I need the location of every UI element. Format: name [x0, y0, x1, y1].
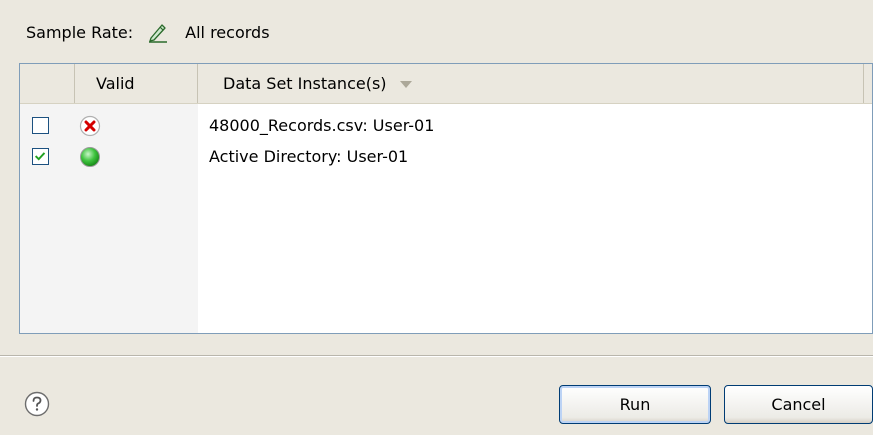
row-checkbox[interactable]	[32, 117, 49, 134]
table-row[interactable]: 48000_Records.csv: User-01	[20, 115, 872, 141]
pencil-icon[interactable]	[147, 21, 169, 43]
column-header-dataset-label: Data Set Instance(s)	[223, 74, 387, 93]
cancel-button[interactable]: Cancel	[724, 385, 873, 424]
checkmark-icon	[34, 152, 46, 161]
row-checkbox-checked[interactable]	[32, 148, 49, 165]
green-circle-icon	[80, 147, 100, 167]
red-x-icon	[79, 115, 101, 137]
dialog: Sample Rate: All records Valid Data Set …	[0, 0, 873, 435]
data-set-table: Valid Data Set Instance(s) 48000_Records…	[19, 63, 873, 334]
sample-rate-label: Sample Rate:	[26, 22, 134, 42]
run-button[interactable]: Run	[559, 385, 711, 424]
table-header: Valid Data Set Instance(s)	[20, 64, 872, 104]
data-set-label: Active Directory: User-01	[209, 147, 409, 166]
sample-rate-value: All records	[185, 22, 270, 42]
sort-descending-icon[interactable]	[399, 79, 413, 89]
column-header-select[interactable]	[20, 64, 75, 103]
column-header-dataset[interactable]: Data Set Instance(s)	[198, 64, 864, 103]
table-row[interactable]: Active Directory: User-01	[20, 146, 872, 172]
data-set-label: 48000_Records.csv: User-01	[209, 116, 435, 135]
column-header-valid[interactable]: Valid	[75, 64, 198, 103]
separator	[0, 355, 873, 357]
sample-rate-row: Sample Rate: All records	[26, 18, 270, 46]
column-header-valid-label: Valid	[96, 74, 135, 93]
help-icon[interactable]	[24, 391, 50, 417]
